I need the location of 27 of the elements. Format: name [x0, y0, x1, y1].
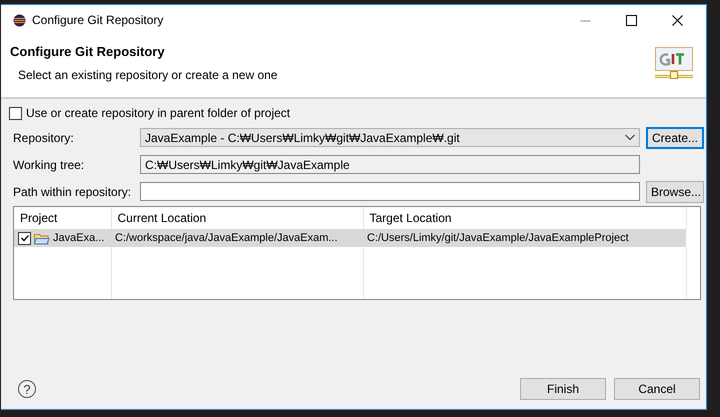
text-field[interactable]: C:₩Users₩Limky₩git₩JavaExample	[140, 155, 640, 174]
checkbox[interactable]	[9, 106, 22, 120]
maximize-icon	[626, 14, 636, 26]
dialog-button[interactable]: Finish	[520, 378, 606, 400]
git-logo-icon	[654, 47, 694, 80]
action-button[interactable]: Create...	[646, 126, 704, 148]
chevron-down-icon	[625, 134, 635, 141]
window-title: Configure Git Repository	[32, 13, 164, 27]
app-logo-icon	[13, 14, 26, 26]
field-label: Repository:	[13, 130, 75, 144]
help-button[interactable]: ?	[18, 380, 36, 398]
action-button[interactable]: Browse...	[646, 180, 704, 202]
repository-dropdown[interactable]: JavaExample - C:₩Users₩Limky₩git₩JavaExample₩.git	[140, 128, 640, 147]
folder-icon	[34, 232, 50, 244]
table-cell: JavaExa...	[53, 232, 104, 244]
table-cell: C:/workspace/java/JavaExample/JavaExam...	[115, 232, 338, 244]
dialog-button[interactable]: Cancel	[614, 378, 700, 400]
field-label: Path within repository:	[13, 184, 132, 198]
checkbox-label: Use or create repository in parent folder of project	[26, 106, 290, 120]
page-title: Configure Git Repository	[10, 44, 166, 59]
field-label: Working tree:	[13, 158, 86, 172]
page-description: Select an existing repository or create a new one	[18, 68, 278, 82]
checkmark-icon	[20, 233, 30, 243]
table-cell: C:/Users/Limky/git/JavaExample/JavaExampleProject	[367, 232, 629, 244]
close-icon	[672, 14, 682, 26]
input-field[interactable]	[140, 182, 640, 201]
checkbox[interactable]	[18, 232, 31, 244]
